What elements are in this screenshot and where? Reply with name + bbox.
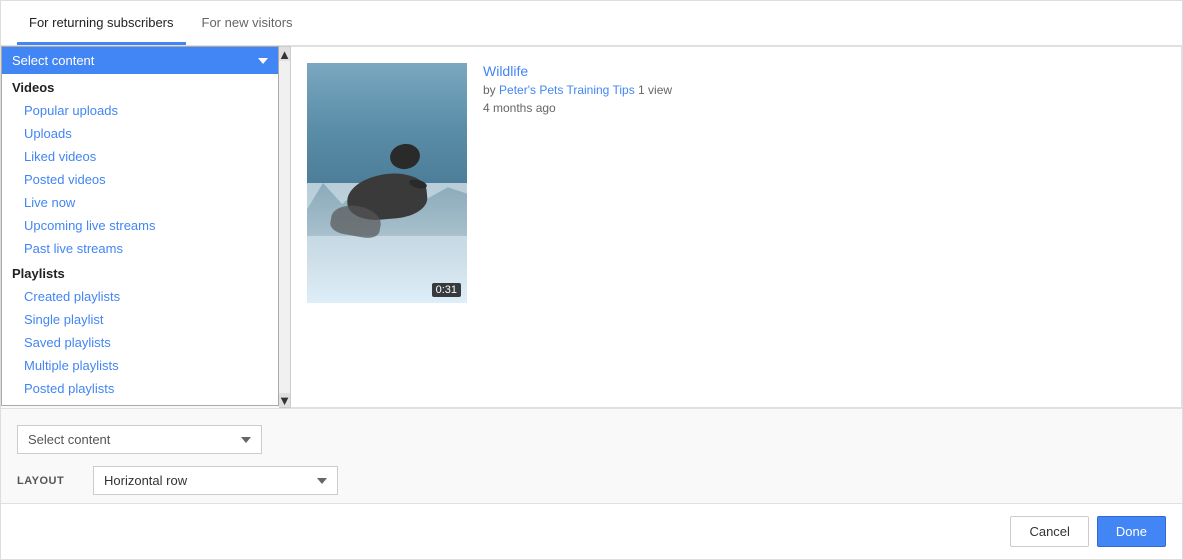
cancel-button[interactable]: Cancel (1010, 516, 1088, 547)
scroll-track (279, 61, 290, 393)
video-channel-name[interactable]: Peter's Pets Training Tips (499, 83, 635, 97)
group-header-videos: Videos (2, 74, 278, 99)
video-duration-badge: 0:31 (432, 283, 461, 297)
video-title[interactable]: Wildlife (483, 63, 672, 79)
tab-bar: For returning subscribers For new visito… (1, 1, 1182, 46)
content-listbox[interactable]: Select content Videos Popular uploads Up… (1, 46, 279, 406)
select-content-dropdown[interactable]: Select content (17, 425, 262, 454)
list-item-posted-videos[interactable]: Posted videos (2, 168, 278, 191)
content-body: Select content Videos Popular uploads Up… (1, 46, 1182, 503)
list-item-popular-uploads[interactable]: Popular uploads (2, 99, 278, 122)
list-item-multiple-playlists[interactable]: Multiple playlists (2, 354, 278, 377)
dialog-container: For returning subscribers For new visito… (0, 0, 1183, 560)
video-info: Wildlife by Peter's Pets Training Tips 1… (483, 63, 672, 115)
layout-dropdown-arrow-icon (317, 478, 327, 484)
video-preview-panel: 0:31 Wildlife by Peter's Pets Training T… (291, 46, 1182, 408)
list-item-past-live-streams[interactable]: Past live streams (2, 237, 278, 260)
video-meta: by Peter's Pets Training Tips 1 view (483, 83, 672, 97)
list-item-single-playlist[interactable]: Single playlist (2, 308, 278, 331)
layout-label: LAYOUT (17, 475, 77, 487)
action-bar: Cancel Done (1, 503, 1182, 559)
video-age: 4 months ago (483, 101, 672, 115)
tab-returning-subscribers[interactable]: For returning subscribers (17, 1, 186, 45)
group-header-playlists: Playlists (2, 260, 278, 285)
listbox-header-arrow-icon (258, 58, 268, 64)
thumbnail-image (307, 63, 467, 303)
list-item-upcoming-live-streams[interactable]: Upcoming live streams (2, 214, 278, 237)
layout-dropdown[interactable]: Horizontal row (93, 466, 338, 495)
group-header-channels: Channels (2, 400, 278, 406)
video-thumbnail: 0:31 (307, 63, 467, 303)
list-item-saved-playlists[interactable]: Saved playlists (2, 331, 278, 354)
list-item-uploads[interactable]: Uploads (2, 122, 278, 145)
list-item-created-playlists[interactable]: Created playlists (2, 285, 278, 308)
scroll-down-arrow[interactable]: ▼ (279, 393, 290, 407)
listbox-scrollbar[interactable]: ▲ ▼ (279, 46, 291, 408)
video-views: 1 view (638, 83, 672, 97)
listbox-wrapper: Select content Videos Popular uploads Up… (1, 46, 291, 408)
top-area: Select content Videos Popular uploads Up… (1, 46, 1182, 408)
select-content-dropdown-arrow-icon (241, 437, 251, 443)
tab-new-visitors[interactable]: For new visitors (190, 1, 305, 45)
list-item-live-now[interactable]: Live now (2, 191, 278, 214)
list-item-posted-playlists[interactable]: Posted playlists (2, 377, 278, 400)
listbox-header: Select content (2, 47, 278, 74)
scroll-up-arrow[interactable]: ▲ (279, 47, 290, 61)
layout-row: LAYOUT Horizontal row (17, 466, 1166, 495)
select-content-row: Select content (17, 425, 1166, 454)
bottom-controls: Select content LAYOUT Horizontal row (1, 408, 1182, 503)
done-button[interactable]: Done (1097, 516, 1166, 547)
list-item-liked-videos[interactable]: Liked videos (2, 145, 278, 168)
